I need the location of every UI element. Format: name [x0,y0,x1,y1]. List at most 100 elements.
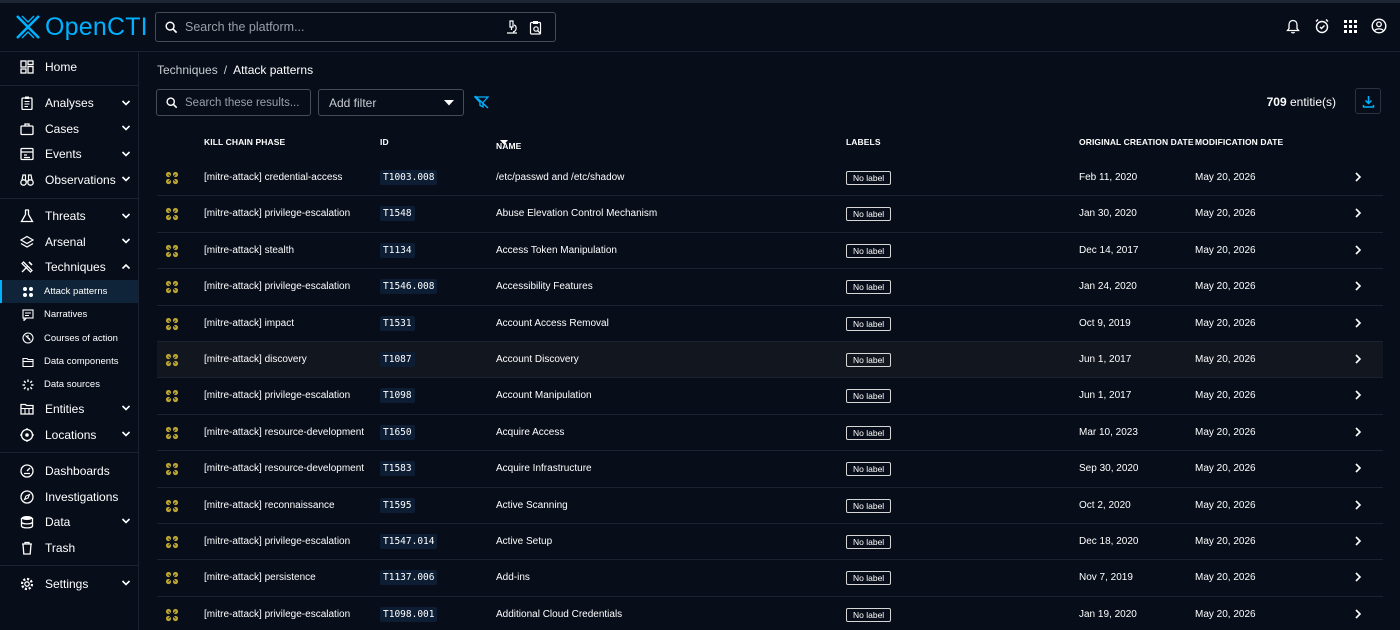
results-search-input[interactable]: Search these results... [156,89,311,116]
attack-pattern-icon [165,317,179,334]
add-filter-select[interactable]: Add filter [318,89,464,116]
clipboard-search-icon[interactable] [529,20,543,35]
header-labels[interactable]: LABELS [846,137,881,147]
sidebar-item-label: Home [45,59,78,74]
chevron-right-icon[interactable] [1353,427,1363,440]
chevron-right-icon[interactable] [1353,172,1363,185]
dashboard-icon [20,464,34,478]
cell-modified-date: May 20, 2026 [1195,426,1256,438]
global-search-input[interactable]: Search the platform... [155,12,556,42]
cell-modified-date: May 20, 2026 [1195,353,1256,365]
table-row[interactable]: [mitre-attack] reconnaissance T1595 Acti… [157,488,1383,524]
table-row[interactable]: [mitre-attack] impact T1531 Account Acce… [157,306,1383,342]
chevron-right-icon[interactable] [1353,536,1363,549]
cell-id: T1548 [380,206,415,222]
sidebar-item-investigations[interactable]: Investigations [0,484,138,510]
header-id[interactable]: ID [380,137,389,147]
chevron-right-icon[interactable] [1353,354,1363,367]
microscope-icon[interactable] [505,19,519,35]
sidebar-item-label: Entities [45,402,85,417]
table-row[interactable]: [mitre-attack] privilege-escalation T154… [157,196,1383,233]
chevron-right-icon[interactable] [1353,609,1363,622]
chevron-right-icon[interactable] [1353,572,1363,585]
header-kill-chain-phase[interactable]: KILL CHAIN PHASE [204,137,285,147]
sidebar-item-label: Threats [45,209,86,224]
cell-name: Acquire Access [496,426,565,438]
cell-label-chip: No label [846,607,892,622]
table-row[interactable]: [mitre-attack] resource-development T165… [157,415,1383,452]
table-row[interactable]: [mitre-attack] resource-development T158… [157,451,1383,488]
cell-modified-date: May 20, 2026 [1195,572,1256,584]
sidebar-item-data[interactable]: Data [0,509,138,535]
attack-pattern-icon [165,244,179,261]
cell-created-date: Nov 7, 2019 [1079,572,1133,584]
sidebar-item-events[interactable]: Events [0,142,138,168]
table-row[interactable]: [mitre-attack] persistence T1137.006 Add… [157,560,1383,597]
layers-icon [20,235,34,248]
attack-pattern-icon [165,171,179,188]
sidebar-item-label: Techniques [45,260,106,275]
cell-modified-date: May 20, 2026 [1195,535,1256,547]
cell-modified-date: May 20, 2026 [1195,244,1256,256]
table-row[interactable]: [mitre-attack] credential-access T1003.0… [157,160,1383,197]
notifications-bell-icon[interactable] [1286,19,1300,34]
cell-kill-chain-phase: [mitre-attack] credential-access [204,172,343,183]
header-name[interactable]: NAME [496,137,521,151]
attack-pattern-icon [165,353,179,370]
table-row[interactable]: [mitre-attack] stealth T1134 Access Toke… [157,233,1383,270]
sidebar-subitem-data-components[interactable]: Data components [0,350,138,373]
sidebar-subitem-label: Data sources [44,379,100,391]
sidebar-item-trash[interactable]: Trash [0,535,138,561]
sidebar-item-threats[interactable]: Threats [0,204,138,230]
attack-pattern-icon [165,535,179,552]
sidebar-item-home[interactable]: Home [0,54,138,80]
sidebar-item-techniques[interactable]: Techniques [0,255,138,281]
table-row[interactable]: [mitre-attack] privilege-escalation T154… [157,524,1383,561]
table-row[interactable]: [mitre-attack] privilege-escalation T154… [157,269,1383,306]
chevron-right-icon[interactable] [1353,317,1363,331]
cell-name: Active Scanning [496,499,568,511]
sidebar-item-label: Dashboards [45,464,110,479]
global-search-placeholder: Search the platform... [185,20,305,34]
table-row[interactable]: [mitre-attack] privilege-escalation T109… [157,378,1383,415]
sidebar-item-analyses[interactable]: Analyses [0,91,138,117]
sidebar-item-dashboards[interactable]: Dashboards [0,458,138,484]
sidebar-item-arsenal[interactable]: Arsenal [0,229,138,255]
compass-icon [20,490,34,504]
attack-pattern-icon [165,499,179,516]
chevron-right-icon[interactable] [1353,208,1363,221]
cell-name: Abuse Elevation Control Mechanism [496,208,658,220]
alarm-clock-icon[interactable] [1314,18,1330,34]
clear-filters-icon[interactable] [474,95,489,109]
sidebar-item-cases[interactable]: Cases [0,116,138,142]
chevron-right-icon[interactable] [1353,463,1363,476]
data-component-icon [22,357,34,367]
sidebar-item-locations[interactable]: Locations [0,422,138,448]
sidebar-subitem-attack-patterns[interactable]: Attack patterns [0,280,138,304]
attack-pattern-icon [165,280,179,297]
sidebar-subitem-narratives[interactable]: Narratives [0,303,138,326]
cell-id: T1583 [380,461,415,477]
table-row[interactable]: [mitre-attack] privilege-escalation T109… [157,597,1383,630]
chevron-right-icon[interactable] [1353,245,1363,258]
user-account-icon[interactable] [1371,18,1387,34]
opencti-logo[interactable]: OpenCTI [14,11,148,43]
header-modification-date[interactable]: MODIFICATION DATE [1195,137,1283,147]
sidebar-subitem-courses-of-action[interactable]: Courses of action [0,327,138,350]
sidebar-item-observations[interactable]: Observations [0,167,138,193]
cell-created-date: Dec 18, 2020 [1079,535,1139,547]
header-original-creation-date[interactable]: ORIGINAL CREATION DATE [1079,137,1194,147]
apps-grid-icon[interactable] [1344,19,1357,33]
breadcrumb-techniques[interactable]: Techniques [157,63,218,77]
cell-label-chip: No label [846,425,892,440]
chevron-right-icon[interactable] [1353,390,1363,403]
cell-modified-date: May 20, 2026 [1195,172,1256,183]
cell-id: T1087 [380,351,415,367]
sidebar-subitem-data-sources[interactable]: Data sources [0,373,138,396]
chevron-right-icon[interactable] [1353,499,1363,513]
table-row[interactable]: [mitre-attack] discovery T1087 Account D… [157,341,1383,379]
sidebar-item-entities[interactable]: Entities [0,396,138,422]
chevron-right-icon[interactable] [1353,281,1363,294]
export-button[interactable] [1355,88,1381,114]
sidebar-item-settings[interactable]: Settings [0,571,138,597]
